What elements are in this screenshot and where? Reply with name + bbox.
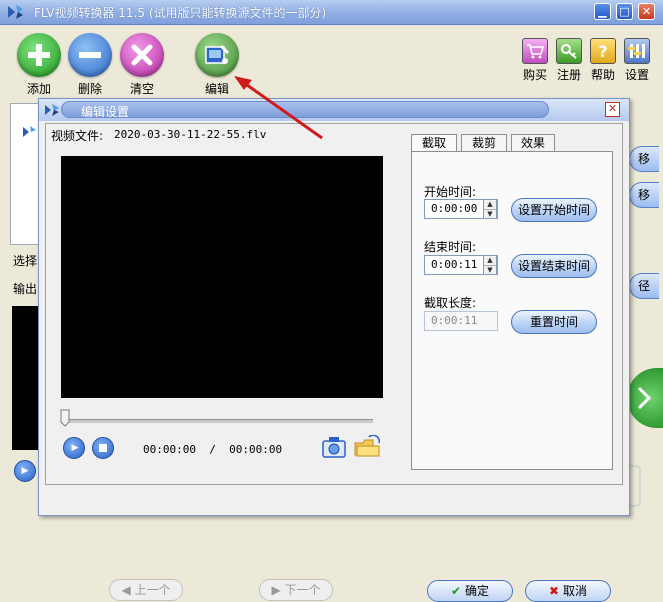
set-end-time-button[interactable]: 设置结束时间 (511, 254, 597, 278)
stop-button[interactable] (92, 437, 114, 459)
file-icon (23, 126, 36, 137)
select-label: 选择 (13, 254, 38, 268)
output-label: 输出 (13, 282, 38, 296)
register-button[interactable] (556, 38, 582, 64)
edit-button[interactable] (195, 33, 239, 77)
buy-button[interactable] (522, 38, 548, 64)
move-down-button[interactable]: 移 (629, 182, 659, 208)
cart-icon (527, 44, 544, 59)
folder-icon[interactable] (353, 435, 381, 459)
minus-icon (79, 52, 101, 58)
start-time-spinner[interactable]: ▲ ▼ (483, 199, 497, 219)
move-up-button[interactable]: 移 (629, 146, 659, 172)
window-title: FLV视频转换器 11.5 (试用版只能转换源文件的一部分) (34, 6, 327, 20)
close-icon: ✕ (641, 5, 652, 18)
help-button[interactable]: ? (590, 38, 616, 64)
buy-label: 购买 (522, 68, 547, 82)
camera-icon[interactable] (321, 435, 347, 459)
play-button[interactable]: ▶ (63, 437, 85, 459)
spin-down-icon[interactable]: ▼ (484, 266, 496, 275)
cancel-x-icon: ✖ (549, 584, 560, 598)
add-label: 添加 (26, 82, 51, 96)
clip-length-label: 截取长度: (424, 296, 477, 310)
delete-button[interactable] (68, 33, 112, 77)
end-time-spinner[interactable]: ▲ ▼ (483, 255, 497, 275)
video-preview (61, 156, 383, 398)
edit-label: 编辑 (204, 82, 229, 96)
edit-settings-dialog: 编辑设置 ✕ 视频文件: 2020-03-30-11-22-55.flv ▶ 0… (38, 98, 630, 602)
total-time: 00:00:00 (229, 443, 283, 456)
key-icon (561, 44, 577, 59)
settings-label: 设置 (624, 68, 649, 82)
start-time-label: 开始时间: (424, 185, 477, 199)
close-button[interactable]: ✕ (638, 3, 655, 20)
seek-track[interactable] (63, 419, 373, 423)
cancel-label: 取消 (562, 584, 587, 598)
close-icon: ✕ (607, 102, 618, 115)
spin-up-icon[interactable]: ▲ (484, 200, 496, 210)
tab-crop[interactable]: 裁剪 (461, 134, 507, 152)
add-button[interactable] (17, 33, 61, 77)
dialog-logo-icon (45, 104, 59, 116)
settings-icon (628, 44, 645, 58)
previous-label: 上一个 (134, 583, 171, 597)
time-separator: / (209, 443, 216, 456)
next-label: 下一个 (284, 583, 321, 597)
play-icon: ▶ (21, 466, 29, 476)
dialog-title-bar-pill (61, 101, 549, 118)
path-button[interactable]: 径 (629, 273, 659, 299)
settings-button[interactable] (624, 38, 650, 64)
ok-label: 确定 (464, 584, 489, 598)
x-icon (131, 44, 153, 66)
end-time-label: 结束时间: (424, 240, 477, 254)
help-label: 帮助 (590, 68, 615, 82)
ok-button[interactable]: ✔ 确定 (427, 580, 513, 602)
dialog-title: 编辑设置 (81, 105, 130, 119)
prev-arrow-icon: ◀ (121, 583, 135, 597)
minimize-button[interactable]: ▁ (594, 3, 611, 20)
convert-button[interactable] (627, 368, 663, 428)
spin-up-icon[interactable]: ▲ (484, 256, 496, 266)
reset-time-button[interactable]: 重置时间 (511, 310, 597, 334)
clear-label: 清空 (129, 82, 154, 96)
tab-effects[interactable]: 效果 (511, 134, 555, 152)
arrow-right-icon (637, 386, 651, 410)
app-logo-icon (8, 5, 23, 19)
background-play-button[interactable]: ▶ (14, 460, 36, 482)
video-file-name: 2020-03-30-11-22-55.flv (114, 128, 267, 141)
clear-button[interactable] (120, 33, 164, 77)
register-label: 注册 (556, 68, 581, 82)
main-titlebar: FLV视频转换器 11.5 (试用版只能转换源文件的一部分) ▁ □ ✕ (0, 0, 663, 25)
plus-icon (28, 44, 50, 66)
play-icon: ▶ (71, 443, 79, 453)
delete-label: 删除 (77, 82, 102, 96)
clip-length-field: 0:00:11 (424, 311, 498, 331)
video-file-label: 视频文件: (51, 129, 104, 143)
minimize-icon: ▁ (598, 5, 607, 18)
stop-icon (99, 444, 107, 452)
preview-area-background (12, 306, 38, 450)
time-display: 00:00:00 / 00:00:00 (143, 443, 282, 456)
check-icon: ✔ (451, 584, 462, 598)
help-icon: ? (598, 41, 608, 61)
seek-slider-thumb[interactable] (60, 409, 70, 427)
spin-down-icon[interactable]: ▼ (484, 210, 496, 219)
next-arrow-icon: ▶ (271, 583, 285, 597)
previous-button[interactable]: ◀ 上一个 (109, 579, 183, 601)
maximize-button[interactable]: □ (616, 3, 633, 20)
maximize-icon: □ (619, 5, 630, 18)
cancel-button[interactable]: ✖ 取消 (525, 580, 611, 602)
dialog-close-button[interactable]: ✕ (605, 102, 620, 117)
set-start-time-button[interactable]: 设置开始时间 (511, 198, 597, 222)
next-button[interactable]: ▶ 下一个 (259, 579, 333, 601)
dialog-titlebar: 编辑设置 ✕ (39, 99, 629, 121)
video-edit-icon (205, 44, 230, 64)
current-time: 00:00:00 (143, 443, 196, 456)
